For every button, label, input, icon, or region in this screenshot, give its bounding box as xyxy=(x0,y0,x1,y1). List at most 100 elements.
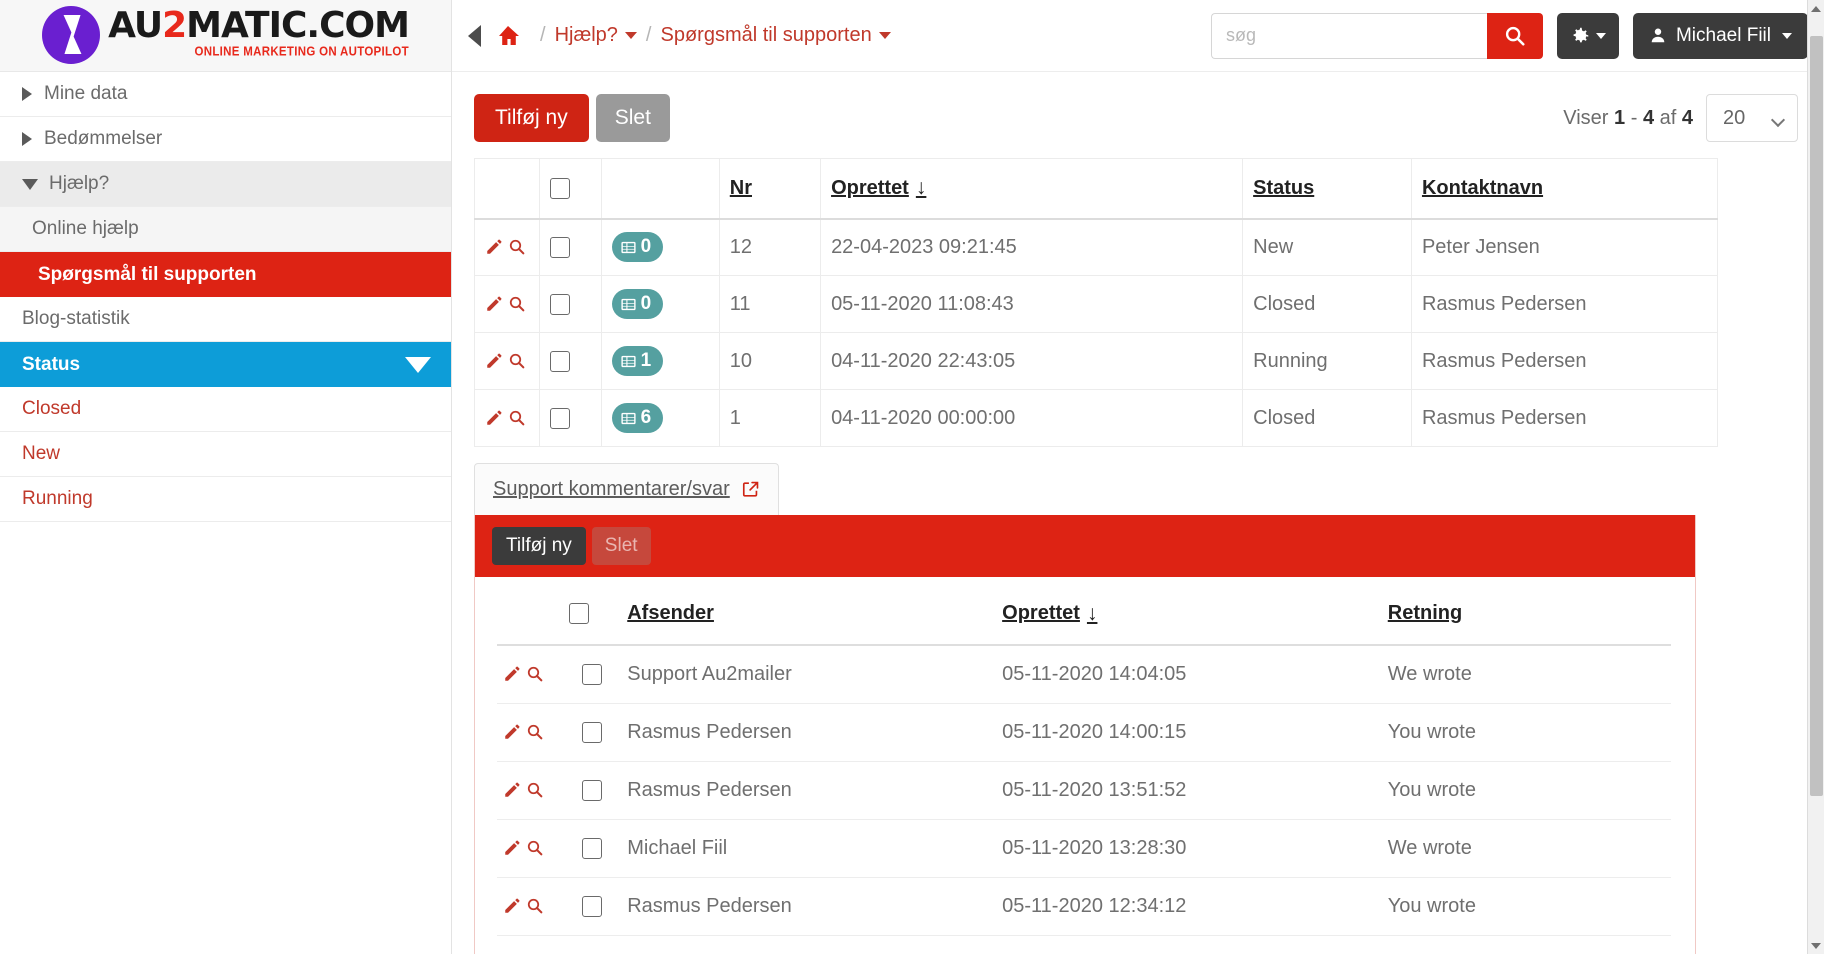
row-action-icons[interactable] xyxy=(485,238,529,256)
table-row[interactable]: 6 1 04-11-2020 00:00:00 Closed Rasmus Pe… xyxy=(473,389,1719,447)
sidebar-item-blog-statistik[interactable]: Blog-statistik xyxy=(0,297,451,342)
cell-nr: 1 xyxy=(718,389,822,447)
add-new-button[interactable]: Tilføj ny xyxy=(474,94,589,142)
detail-delete-button[interactable]: Slet xyxy=(591,527,651,565)
edit-pencil-icon xyxy=(487,239,502,254)
brand-logo[interactable]: AU2MATIC.COM ONLINE MARKETING ON AUTOPIL… xyxy=(0,0,451,72)
delete-button[interactable]: Slet xyxy=(595,94,670,142)
list-item[interactable]: Michael Fiil 05-11-2020 11:40:16 We wrot… xyxy=(497,935,1671,954)
comment-count-badge[interactable]: 0 xyxy=(611,289,664,319)
detail-table-header: Afsender Oprettet ↓ Retning xyxy=(497,583,1671,646)
table-row[interactable]: 0 11 05-11-2020 11:08:43 Closed Rasmus P… xyxy=(473,275,1719,333)
cell-status: Closed xyxy=(1242,275,1412,333)
col-detail-oprettet: Oprettet ↓ xyxy=(996,583,1382,646)
sidebar-item-mine-data[interactable]: Mine data xyxy=(0,72,451,117)
cell-kontaktnavn: Rasmus Pedersen xyxy=(1410,389,1719,447)
col-status-sort[interactable]: Status xyxy=(1253,177,1314,200)
detail-row-checkbox[interactable] xyxy=(582,779,603,801)
sidebar-item-online-hjaelp[interactable]: Online hjælp xyxy=(0,207,451,252)
sidebar-item-hjaelp[interactable]: Hjælp? xyxy=(0,162,451,207)
scroll-up-button[interactable] xyxy=(1808,0,1824,17)
sidebar-item-status-running[interactable]: Running xyxy=(0,477,451,522)
chevron-right-icon xyxy=(22,87,32,101)
detail-row-action-icons[interactable] xyxy=(503,665,557,683)
row-action-icons[interactable] xyxy=(485,295,529,313)
cell-retning: We wrote xyxy=(1381,645,1671,704)
row-checkbox[interactable] xyxy=(550,293,571,315)
table-row[interactable]: 1 10 04-11-2020 22:43:05 Running Rasmus … xyxy=(473,332,1719,390)
chevron-down-icon xyxy=(1782,32,1792,39)
comment-count-badge[interactable]: 1 xyxy=(611,346,664,376)
col-nr-sort[interactable]: Nr xyxy=(730,177,752,200)
row-checkbox[interactable] xyxy=(550,407,571,429)
sidebar-item-label: Closed xyxy=(22,398,82,419)
page-size-select[interactable]: 20 xyxy=(1706,94,1798,142)
row-action-icons[interactable] xyxy=(485,409,529,427)
detail-panel: Tilføj ny Slet Afsender Oprettet ↓ Retni… xyxy=(474,515,1696,954)
col-retning-sort[interactable]: Retning xyxy=(1388,602,1462,625)
col-oprettet-sort[interactable]: Oprettet ↓ xyxy=(831,176,926,200)
sidebar-item-label: Online hjælp xyxy=(32,218,139,239)
detail-row-checkbox[interactable] xyxy=(582,721,603,743)
home-icon[interactable] xyxy=(495,24,521,48)
sidebar-item-status-closed[interactable]: Closed xyxy=(0,387,451,432)
detail-row-action-icons[interactable] xyxy=(503,839,557,857)
col-retning: Retning xyxy=(1381,583,1671,646)
col-kontaktnavn-sort[interactable]: Kontaktnavn xyxy=(1422,177,1543,200)
list-item[interactable]: Support Au2mailer 05-11-2020 14:04:05 We… xyxy=(497,645,1671,704)
col-detail-oprettet-sort[interactable]: Oprettet ↓ xyxy=(1002,602,1097,626)
lightning-bolt-logo-icon xyxy=(42,5,101,64)
list-item[interactable]: Rasmus Pedersen 05-11-2020 13:51:52 You … xyxy=(497,761,1671,820)
sidebar: AU2MATIC.COM ONLINE MARKETING ON AUTOPIL… xyxy=(0,0,452,954)
row-comment-count: 1 xyxy=(600,332,720,390)
row-checkbox[interactable] xyxy=(550,236,571,258)
col-select-all xyxy=(539,158,602,220)
detail-row-checkbox[interactable] xyxy=(582,837,603,859)
row-comment-count: 0 xyxy=(600,218,720,276)
back-arrow-icon[interactable] xyxy=(468,24,481,47)
table-row[interactable]: 0 12 22-04-2023 09:21:45 New Peter Jense… xyxy=(473,218,1719,276)
detail-select-all-checkbox[interactable] xyxy=(569,603,590,625)
comment-count-badge[interactable]: 6 xyxy=(611,403,664,433)
select-all-checkbox[interactable] xyxy=(550,177,571,199)
table-list-icon xyxy=(621,355,636,367)
table-header-row: Nr Oprettet ↓ Status Kontaktnavn xyxy=(473,158,1719,220)
breadcrumb-spoergsmaal[interactable]: Spørgsmål til supporten xyxy=(660,24,891,47)
search-input[interactable] xyxy=(1210,12,1487,59)
top-bar-actions: Michael Fiil xyxy=(1210,12,1808,59)
breadcrumb-hjaelp[interactable]: Hjælp? xyxy=(555,24,637,47)
edit-pencil-icon xyxy=(505,782,520,797)
view-search-icon xyxy=(527,724,543,740)
view-search-icon xyxy=(527,782,543,798)
tab-support-kommentarer-svar[interactable]: Support kommentarer/svar xyxy=(474,463,779,515)
detail-row-action-icons[interactable] xyxy=(503,897,557,915)
scrollbar-thumb[interactable] xyxy=(1810,36,1823,796)
sidebar-item-bedommelser[interactable]: Bedømmelser xyxy=(0,117,451,162)
row-checkbox[interactable] xyxy=(550,350,571,372)
sidebar-item-status-new[interactable]: New xyxy=(0,432,451,477)
comment-count-badge[interactable]: 0 xyxy=(611,232,664,263)
user-name-label: Michael Fiil xyxy=(1675,24,1771,46)
detail-row-actions xyxy=(497,703,564,762)
gear-icon xyxy=(1574,27,1589,42)
sidebar-group-status[interactable]: Status xyxy=(0,342,451,387)
list-item[interactable]: Michael Fiil 05-11-2020 13:28:30 We wrot… xyxy=(497,819,1671,878)
col-afsender-sort[interactable]: Afsender xyxy=(627,602,714,625)
detail-row-action-icons[interactable] xyxy=(503,723,557,741)
row-action-icons[interactable] xyxy=(485,352,529,370)
search-button[interactable] xyxy=(1486,12,1543,59)
detail-row-checkbox[interactable] xyxy=(582,663,603,685)
sidebar-item-spoergsmaal-til-supporten[interactable]: Spørgsmål til supporten xyxy=(0,252,451,297)
detail-row-checkbox[interactable] xyxy=(582,895,603,917)
detail-row-action-icons[interactable] xyxy=(503,781,557,799)
scroll-down-button[interactable] xyxy=(1808,937,1824,954)
detail-add-new-button[interactable]: Tilføj ny xyxy=(492,527,586,565)
user-menu-button[interactable]: Michael Fiil xyxy=(1632,12,1808,59)
list-item[interactable]: Rasmus Pedersen 05-11-2020 12:34:12 You … xyxy=(497,877,1671,936)
sidebar-group-label: Status xyxy=(22,353,81,375)
breadcrumb-label: Hjælp? xyxy=(554,24,618,46)
page-scrollbar[interactable] xyxy=(1807,0,1824,954)
sort-desc-icon: ↓ xyxy=(915,176,927,200)
list-item[interactable]: Rasmus Pedersen 05-11-2020 14:00:15 You … xyxy=(497,703,1671,762)
settings-button[interactable] xyxy=(1556,12,1619,59)
